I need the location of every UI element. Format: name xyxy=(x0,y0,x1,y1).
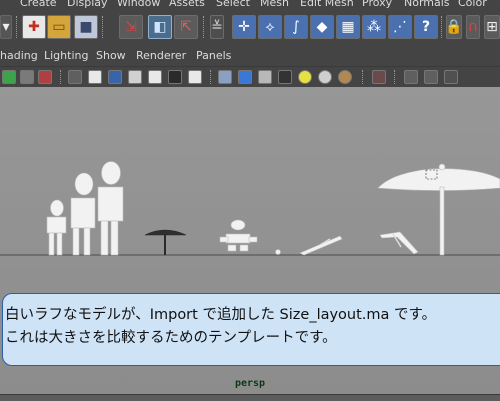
panel-menu-lighting[interactable]: Lighting xyxy=(44,49,88,62)
child-figure-body xyxy=(46,216,67,234)
snap-points-icon[interactable]: ⋰ xyxy=(388,15,412,39)
xray-joints-icon[interactable] xyxy=(372,70,386,84)
panel-menu-show[interactable]: Show xyxy=(96,49,126,62)
camera-attributes-icon[interactable] xyxy=(2,70,16,84)
grid-toggle-icon[interactable] xyxy=(68,70,82,84)
small-character-head xyxy=(230,219,246,231)
small-umbrella-pole xyxy=(164,235,166,255)
tall-figure-head xyxy=(101,161,121,185)
menu-mesh[interactable]: Mesh xyxy=(260,0,289,9)
panel-toolbar xyxy=(0,66,500,87)
perspective-viewport[interactable]: 白いラフなモデルが、Import で追加した Size_layout.ma です… xyxy=(0,87,500,401)
caption-line-2: これは大きさを比較するためのテンプレートです。 xyxy=(5,330,337,346)
small-character-body xyxy=(225,233,251,244)
textured-icon[interactable] xyxy=(238,70,252,84)
new-scene-icon[interactable]: ✚ xyxy=(22,15,46,39)
xray-active-icon[interactable] xyxy=(404,70,418,84)
xray-icon[interactable] xyxy=(338,70,352,84)
toolbar-separator xyxy=(362,70,364,84)
menu-display[interactable]: Display xyxy=(67,0,108,9)
small-character-leg xyxy=(227,244,237,252)
panel-menu-renderer[interactable]: Renderer xyxy=(136,49,186,62)
lock-selection-icon[interactable]: ≚ xyxy=(210,15,224,39)
smooth-shade-icon[interactable] xyxy=(218,70,232,84)
toolbar-separator xyxy=(394,70,396,84)
menu-select[interactable]: Select xyxy=(216,0,250,9)
parasol-top xyxy=(438,163,446,171)
tall-figure-leg xyxy=(110,220,119,256)
main-menubar: Create Display Window Assets Select Mesh… xyxy=(0,0,500,10)
plane-tool-icon[interactable]: ◆ xyxy=(310,15,334,39)
camera-name-label: persp xyxy=(234,378,266,389)
magnet-snap-icon[interactable]: ∩ xyxy=(466,15,480,39)
parasol-pole xyxy=(439,186,445,256)
child-figure-leg xyxy=(56,232,63,256)
ball xyxy=(275,249,281,255)
toolbar-separator xyxy=(16,16,19,38)
snap-grid-icon[interactable]: ⊞ xyxy=(484,15,500,39)
toolbar-separator xyxy=(102,16,105,38)
menu-color[interactable]: Color xyxy=(458,0,487,9)
title-safe-icon[interactable] xyxy=(168,70,182,84)
image-plane-icon[interactable] xyxy=(38,70,52,84)
save-scene-icon[interactable]: ■ xyxy=(74,15,98,39)
view-layout-icon[interactable] xyxy=(424,70,438,84)
small-character-arm xyxy=(219,236,229,243)
menu-normals[interactable]: Normals xyxy=(404,0,450,9)
panel-menubar: hading Lighting Show Renderer Panels xyxy=(0,44,500,66)
small-character-leg xyxy=(239,244,249,252)
ambient-occlusion-icon[interactable] xyxy=(298,70,312,84)
move-tool-icon[interactable]: ✛ xyxy=(232,15,256,39)
menu-window[interactable]: Window xyxy=(117,0,160,9)
shadows-icon[interactable] xyxy=(278,70,292,84)
panel-menu-panels[interactable]: Panels xyxy=(196,49,231,62)
adult-figure-leg xyxy=(83,227,91,256)
toolbar-separator xyxy=(210,70,212,84)
toolbar-separator xyxy=(60,70,62,84)
caption-line-1: 白いラフなモデルが、Import で追加した Size_layout.ma です… xyxy=(5,307,437,323)
select-by-component-icon[interactable]: ⇱ xyxy=(174,15,198,39)
resolution-gate-icon[interactable] xyxy=(108,70,122,84)
adult-figure-body xyxy=(70,197,96,229)
wireframe-icon[interactable] xyxy=(188,70,202,84)
padlock-icon[interactable]: 🔒 xyxy=(445,15,463,39)
dropdown-arrow-icon[interactable]: ▾ xyxy=(0,15,12,39)
select-by-object-icon[interactable]: ◧ xyxy=(148,15,172,39)
use-lights-icon[interactable] xyxy=(258,70,272,84)
menu-proxy[interactable]: Proxy xyxy=(362,0,392,9)
size-layout-model xyxy=(0,161,500,256)
film-gate-icon[interactable] xyxy=(88,70,102,84)
tutorial-caption-box: 白いラフなモデルが、Import で追加した Size_layout.ma です… xyxy=(2,293,500,366)
safe-action-icon[interactable] xyxy=(148,70,162,84)
joint-tool-icon[interactable]: ⟡ xyxy=(258,15,282,39)
small-umbrella-canopy xyxy=(144,229,187,236)
adult-figure-leg xyxy=(72,227,80,256)
status-line-toolbar: ▾ ✚ ▭ ■ ⇲ ◧ ⇱ ≚ ✛ ⟡ ∫ ◆ ▦ ⁂ ⋰ ? 🔒 ∩ ⊞ xyxy=(0,10,500,44)
child-figure-leg xyxy=(48,232,55,256)
isolate-select-icon[interactable] xyxy=(318,70,332,84)
menu-create[interactable]: Create xyxy=(20,0,57,9)
cube-grid-tool-icon[interactable]: ⁂ xyxy=(362,15,386,39)
lounge-chair-left xyxy=(299,235,343,256)
toolbar-separator xyxy=(203,16,206,38)
help-question-icon[interactable]: ? xyxy=(414,15,438,39)
parasol-canopy xyxy=(377,168,500,191)
field-chart-icon[interactable] xyxy=(128,70,142,84)
tall-figure-leg xyxy=(100,220,109,256)
menu-edit-mesh[interactable]: Edit Mesh xyxy=(300,0,354,9)
adult-figure-head xyxy=(74,172,94,196)
open-scene-icon[interactable]: ▭ xyxy=(47,15,71,39)
tall-figure-body xyxy=(97,186,124,222)
lattice-tool-icon[interactable]: ▦ xyxy=(336,15,360,39)
menu-assets[interactable]: Assets xyxy=(169,0,205,9)
curve-tool-icon[interactable]: ∫ xyxy=(284,15,308,39)
panel-menu-shading[interactable]: hading xyxy=(0,49,38,62)
share-icon[interactable] xyxy=(444,70,458,84)
toolbar-separator xyxy=(441,16,444,38)
bookmark-icon[interactable] xyxy=(20,70,34,84)
small-character-arm xyxy=(248,236,258,243)
child-figure-head xyxy=(50,199,64,217)
select-by-hierarchy-icon[interactable]: ⇲ xyxy=(119,15,143,39)
